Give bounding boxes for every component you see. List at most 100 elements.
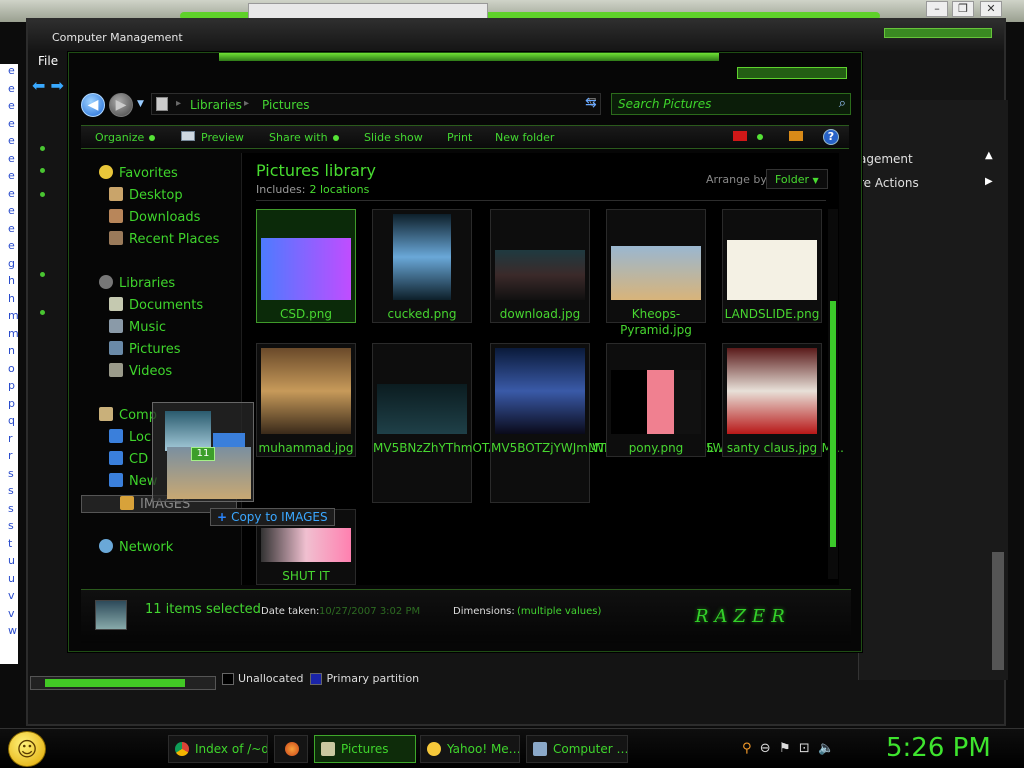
file-tile[interactable]: MV5BOTZjYWJmMTItZTA0NC00MTc4LWJlZGEtZWNl… [490,343,844,503]
chevron-right-icon[interactable]: ▶ [985,176,993,187]
file-tile[interactable]: LANDSLIDE.png [722,209,822,323]
scrollbar-thumb[interactable] [830,301,836,547]
file-name: MV5BOTZjYWJmMTItZTA0NC00MTc4LWJlZGEtZWNl… [491,440,844,456]
search-icon[interactable]: ⚲ [742,741,752,756]
cm-more-actions[interactable]: re Actions [859,176,919,190]
background-link-letter: r [8,431,13,445]
nav-pictures[interactable]: Pictures [109,341,180,357]
nav-network[interactable]: Network [99,539,173,555]
change-view-icon[interactable] [733,131,747,141]
explorer-window: ◀ ▶ ▼ ▸ Libraries ▸ Pictures ▽ ⇆ ⌕ Organ… [68,52,862,652]
nav-downloads[interactable]: Downloads [109,209,200,225]
content-vertical-scrollbar[interactable] [828,209,838,579]
taskbar-item-label: Computer … [553,742,628,756]
nav-libraries[interactable]: Libraries [99,275,175,291]
minus-circle-icon[interactable]: ⊖ [760,741,771,756]
address-bar[interactable]: ▸ Libraries ▸ Pictures ▽ [151,93,601,115]
share-with-button[interactable]: Share with [269,131,339,144]
organize-button[interactable]: Organize [95,131,156,144]
preview-button[interactable]: Preview [201,131,244,144]
clock[interactable]: 5:26 PM [886,733,991,763]
background-link-letter: e [8,186,15,200]
view-options-icon[interactable] [757,134,763,140]
recent-pages-dropdown-icon[interactable]: ▼ [137,99,144,109]
file-tile[interactable]: Kheops-Pyramid.jpg [606,209,706,337]
taskbar-item-firefox[interactable] [274,735,308,763]
file-name: CSD.png [280,307,332,321]
background-link-letter: e [8,239,15,252]
includes-locations-link[interactable]: 2 locations [309,183,369,196]
file-tile[interactable]: pony.png [606,343,706,457]
nav-downloads-label: Downloads [129,210,201,225]
cm-menu-file[interactable]: File [38,54,58,68]
nav-music[interactable]: Music [109,319,166,335]
nav-local-disk[interactable]: Loc [109,429,151,445]
file-tile[interactable]: santy claus.jpg [722,343,822,457]
taskbar-item-yahoo[interactable]: Yahoo! Me… [420,735,520,763]
nav-favorites[interactable]: Favorites [99,165,178,181]
nav-desktop[interactable]: Desktop [109,187,183,203]
start-button[interactable]: ☺ [8,731,46,767]
breadcrumb-separator-icon[interactable]: ▸ [244,98,249,109]
slide-show-button[interactable]: Slide show [364,131,423,144]
thumbnail [261,348,351,434]
dropdown-icon [149,135,156,141]
computer-icon [99,407,113,421]
dimensions-value[interactable]: (multiple values) [517,606,601,617]
nav-cd[interactable]: CD [109,451,148,467]
bg-restore-button[interactable]: ❐ [952,1,974,17]
refresh-icon[interactable]: ⇆ [585,95,597,111]
breadcrumb-separator-icon[interactable]: ▸ [176,98,181,109]
background-link-letter: o [8,361,15,375]
cm-action-header: agement [859,152,913,166]
forward-button[interactable]: ▶ [109,93,133,117]
date-taken-value[interactable]: 10/27/2007 3:02 PM [319,606,420,617]
window-top-glow [219,53,719,61]
taskbar-item-label: Index of /~d… [195,742,267,756]
bg-close-button[interactable]: ✕ [980,1,1002,17]
arrange-by-select[interactable]: Folder ▼ [766,169,828,189]
nav-documents[interactable]: Documents [109,297,203,313]
file-tile[interactable]: CSD.png [256,209,356,323]
cm-back-forward[interactable]: ⬅ ➡ [32,76,64,95]
library-title: Pictures library [256,161,376,180]
nav-new-volume[interactable]: New [109,473,157,489]
cm-vertical-scrollbar[interactable] [992,552,1004,670]
taskbar-item-browser[interactable]: Index of /~d… [168,735,268,763]
search-box[interactable]: ⌕ [611,93,851,115]
breadcrumb-libraries[interactable]: Libraries [190,98,242,112]
desktop-icon [109,187,123,201]
nav-recent-places[interactable]: Recent Places [109,231,219,247]
taskbar-item-pictures[interactable]: Pictures [314,735,416,763]
scrollbar-thumb[interactable] [45,679,185,687]
collapse-icon[interactable]: ▲ [985,150,993,161]
network-icon[interactable]: ⊡ [799,741,810,756]
bg-minimize-button[interactable]: – [926,1,948,17]
nav-libraries-label: Libraries [119,276,176,291]
cm-horizontal-scrollbar[interactable] [30,676,216,690]
help-icon[interactable]: ? [823,129,839,145]
file-name: muhammad.jpg [258,441,354,455]
search-icon[interactable]: ⌕ [839,96,846,111]
copy-tooltip-text: Copy to IMAGES [231,510,328,524]
file-tile[interactable]: download.jpg [490,209,590,323]
flag-icon[interactable]: ⚑ [779,741,791,756]
print-button[interactable]: Print [447,131,472,144]
new-folder-button[interactable]: New folder [495,131,554,144]
preview-pane-icon[interactable] [789,131,803,141]
search-input[interactable] [618,96,818,112]
nav-videos[interactable]: Videos [109,363,172,379]
volume-icon[interactable]: 🔈 [818,741,834,756]
taskbar-item-computer-management[interactable]: Computer … [526,735,628,763]
nav-local-disk-label: Loc [129,430,152,445]
file-tile[interactable]: MV5BNzZhYThmOTAtMzJkNi00MjQ0LWE0ZWItYzRh… [372,343,726,503]
thumbnail [611,370,701,434]
nav-computer[interactable]: Comp [99,407,157,423]
file-tile[interactable]: muhammad.jpg [256,343,356,457]
cm-window-controls[interactable] [884,28,992,38]
volume-icon [109,473,123,487]
breadcrumb-pictures[interactable]: Pictures [262,98,310,112]
back-button[interactable]: ◀ [81,93,105,117]
file-tile[interactable]: cucked.png [372,209,472,323]
explorer-window-controls[interactable] [737,67,847,79]
